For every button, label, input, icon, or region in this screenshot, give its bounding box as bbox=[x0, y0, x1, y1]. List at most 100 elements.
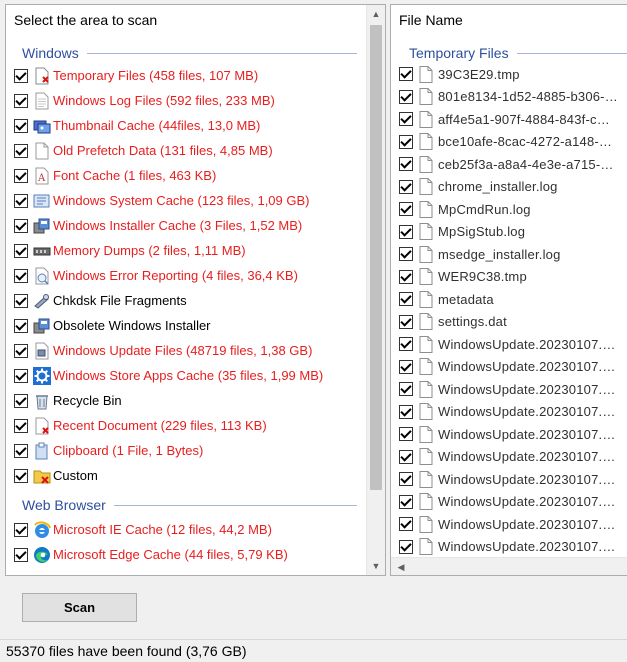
item-checkbox[interactable] bbox=[14, 268, 28, 283]
file-row[interactable]: MpSigStub.log bbox=[399, 221, 525, 244]
scroll-thumb[interactable] bbox=[370, 25, 382, 490]
scan-area-item[interactable]: Chkdsk File Fragments bbox=[14, 288, 187, 313]
file-row[interactable]: 801e8134-1d52-4885-b306-… bbox=[399, 86, 618, 109]
file-checkbox[interactable] bbox=[399, 337, 413, 352]
file-checkbox[interactable] bbox=[399, 382, 413, 397]
file-name-column-header[interactable]: File Name bbox=[391, 5, 463, 35]
file-row[interactable]: 39C3E29.tmp bbox=[399, 63, 520, 86]
file-row[interactable]: WindowsUpdate.20230107.… bbox=[399, 356, 616, 379]
scan-area-item[interactable]: Old Prefetch Data (131 files, 4,85 MB) bbox=[14, 138, 273, 163]
scroll-left-arrow-icon[interactable]: ◀ bbox=[393, 558, 409, 575]
scan-area-item[interactable]: Windows Store Apps Cache (35 files, 1,99… bbox=[14, 363, 323, 388]
file-checkbox[interactable] bbox=[399, 247, 413, 262]
file-row[interactable]: WER9C38.tmp bbox=[399, 266, 527, 289]
item-checkbox[interactable] bbox=[14, 468, 28, 483]
group-web-browser-title: Web Browser bbox=[22, 497, 106, 513]
item-checkbox[interactable] bbox=[14, 443, 28, 458]
item-checkbox[interactable] bbox=[14, 318, 28, 333]
item-checkbox[interactable] bbox=[14, 243, 28, 258]
file-row[interactable]: msedge_installer.log bbox=[399, 243, 561, 266]
file-checkbox[interactable] bbox=[399, 89, 413, 104]
file-checkbox[interactable] bbox=[399, 427, 413, 442]
file-checkbox[interactable] bbox=[399, 179, 413, 194]
file-checkbox[interactable] bbox=[399, 449, 413, 464]
file-icon bbox=[413, 88, 438, 106]
file-row[interactable]: WindowsUpdate.20230107.… bbox=[399, 333, 616, 356]
scan-area-item[interactable]: Temporary Files (458 files, 107 MB) bbox=[14, 63, 258, 88]
item-checkbox[interactable] bbox=[14, 118, 28, 133]
item-checkbox[interactable] bbox=[14, 293, 28, 308]
file-name: WindowsUpdate.20230107.… bbox=[438, 359, 616, 375]
file-row[interactable]: chrome_installer.log bbox=[399, 176, 558, 199]
file-name: 801e8134-1d52-4885-b306-… bbox=[438, 89, 618, 105]
item-checkbox[interactable] bbox=[14, 218, 28, 233]
scan-area-item[interactable]: Windows Installer Cache (3 Files, 1,52 M… bbox=[14, 213, 302, 238]
file-row[interactable]: bce10afe-8cac-4272-a148-… bbox=[399, 131, 612, 154]
scan-area-item-label: Thumbnail Cache (44files, 13,0 MB) bbox=[53, 118, 261, 133]
item-checkbox[interactable] bbox=[14, 193, 28, 208]
file-row[interactable]: settings.dat bbox=[399, 311, 507, 334]
file-row[interactable]: WindowsUpdate.20230107.… bbox=[399, 446, 616, 469]
scroll-down-arrow-icon[interactable]: ▼ bbox=[367, 557, 385, 575]
item-checkbox[interactable] bbox=[14, 168, 28, 183]
file-row[interactable]: WindowsUpdate.20230107.… bbox=[399, 423, 616, 446]
file-row[interactable]: metadata bbox=[399, 288, 494, 311]
file-checkbox[interactable] bbox=[399, 202, 413, 217]
file-row[interactable]: aff4e5a1-907f-4884-843f-c… bbox=[399, 108, 610, 131]
scan-area-item[interactable]: Microsoft IE Cache (12 files, 44,2 MB) bbox=[14, 517, 272, 542]
item-checkbox[interactable] bbox=[14, 393, 28, 408]
file-row[interactable]: WindowsUpdate.20230107.… bbox=[399, 491, 616, 514]
file-checkbox[interactable] bbox=[399, 157, 413, 172]
scan-area-item[interactable]: Thumbnail Cache (44files, 13,0 MB) bbox=[14, 113, 260, 138]
scan-area-item[interactable]: Recent Document (229 files, 113 KB) bbox=[14, 413, 267, 438]
file-row[interactable]: MpCmdRun.log bbox=[399, 198, 531, 221]
file-list-pane[interactable]: File Name Temporary Files 39C3E29.tmp 801… bbox=[390, 4, 627, 576]
item-checkbox[interactable] bbox=[14, 93, 28, 108]
file-icon bbox=[413, 65, 438, 83]
item-checkbox[interactable] bbox=[14, 343, 28, 358]
scan-area-item[interactable]: Memory Dumps (2 files, 1,11 MB) bbox=[14, 238, 246, 263]
item-checkbox[interactable] bbox=[14, 418, 28, 433]
scan-area-item[interactable]: Microsoft Edge Cache (44 files, 5,79 KB) bbox=[14, 542, 288, 567]
file-checkbox[interactable] bbox=[399, 269, 413, 284]
scan-area-item[interactable]: Windows Error Reporting (4 files, 36,4 K… bbox=[14, 263, 298, 288]
item-checkbox[interactable] bbox=[14, 368, 28, 383]
file-row[interactable]: WindowsUpdate.20230107.… bbox=[399, 378, 616, 401]
file-checkbox[interactable] bbox=[399, 67, 413, 82]
file-checkbox[interactable] bbox=[399, 224, 413, 239]
file-checkbox[interactable] bbox=[399, 134, 413, 149]
scan-area-item[interactable]: A Font Cache (1 files, 463 KB) bbox=[14, 163, 216, 188]
file-row[interactable]: ceb25f3a-a8a4-4e3e-a715-… bbox=[399, 153, 614, 176]
file-checkbox[interactable] bbox=[399, 517, 413, 532]
scroll-up-arrow-icon[interactable]: ▲ bbox=[367, 5, 385, 23]
file-checkbox[interactable] bbox=[399, 112, 413, 127]
scan-area-item[interactable]: Recycle Bin bbox=[14, 388, 122, 413]
scan-area-item[interactable]: Clipboard (1 File, 1 Bytes) bbox=[14, 438, 203, 463]
file-checkbox[interactable] bbox=[399, 472, 413, 487]
file-checkbox[interactable] bbox=[399, 404, 413, 419]
scan-area-item[interactable]: Windows Log Files (592 files, 233 MB) bbox=[14, 88, 275, 113]
file-checkbox[interactable] bbox=[399, 539, 413, 554]
scan-area-item[interactable]: Obsolete Windows Installer bbox=[14, 313, 211, 338]
item-checkbox[interactable] bbox=[14, 547, 28, 562]
scan-area-item[interactable]: Windows System Cache (123 files, 1,09 GB… bbox=[14, 188, 310, 213]
file-checkbox[interactable] bbox=[399, 292, 413, 307]
file-checkbox[interactable] bbox=[399, 359, 413, 374]
file-row[interactable]: WindowsUpdate.20230107.… bbox=[399, 513, 616, 536]
scan-button[interactable]: Scan bbox=[22, 593, 137, 622]
scan-area-header: Select the area to scan bbox=[14, 12, 158, 28]
scan-area-pane[interactable]: Select the area to scan Windows Temporar… bbox=[5, 4, 386, 576]
item-checkbox[interactable] bbox=[14, 68, 28, 83]
file-checkbox[interactable] bbox=[399, 314, 413, 329]
left-vertical-scrollbar[interactable]: ▲ ▼ bbox=[366, 5, 385, 575]
file-checkbox[interactable] bbox=[399, 494, 413, 509]
right-horizontal-scrollbar[interactable]: ◀ bbox=[391, 557, 627, 575]
file-row[interactable]: WindowsUpdate.20230107.… bbox=[399, 536, 616, 559]
file-name: WindowsUpdate.20230107.… bbox=[438, 494, 616, 510]
file-row[interactable]: WindowsUpdate.20230107.… bbox=[399, 468, 616, 491]
file-row[interactable]: WindowsUpdate.20230107.… bbox=[399, 401, 616, 424]
scan-area-item[interactable]: Custom bbox=[14, 463, 98, 488]
scan-area-item[interactable]: Windows Update Files (48719 files, 1,38 … bbox=[14, 338, 312, 363]
item-checkbox[interactable] bbox=[14, 143, 28, 158]
item-checkbox[interactable] bbox=[14, 522, 28, 537]
